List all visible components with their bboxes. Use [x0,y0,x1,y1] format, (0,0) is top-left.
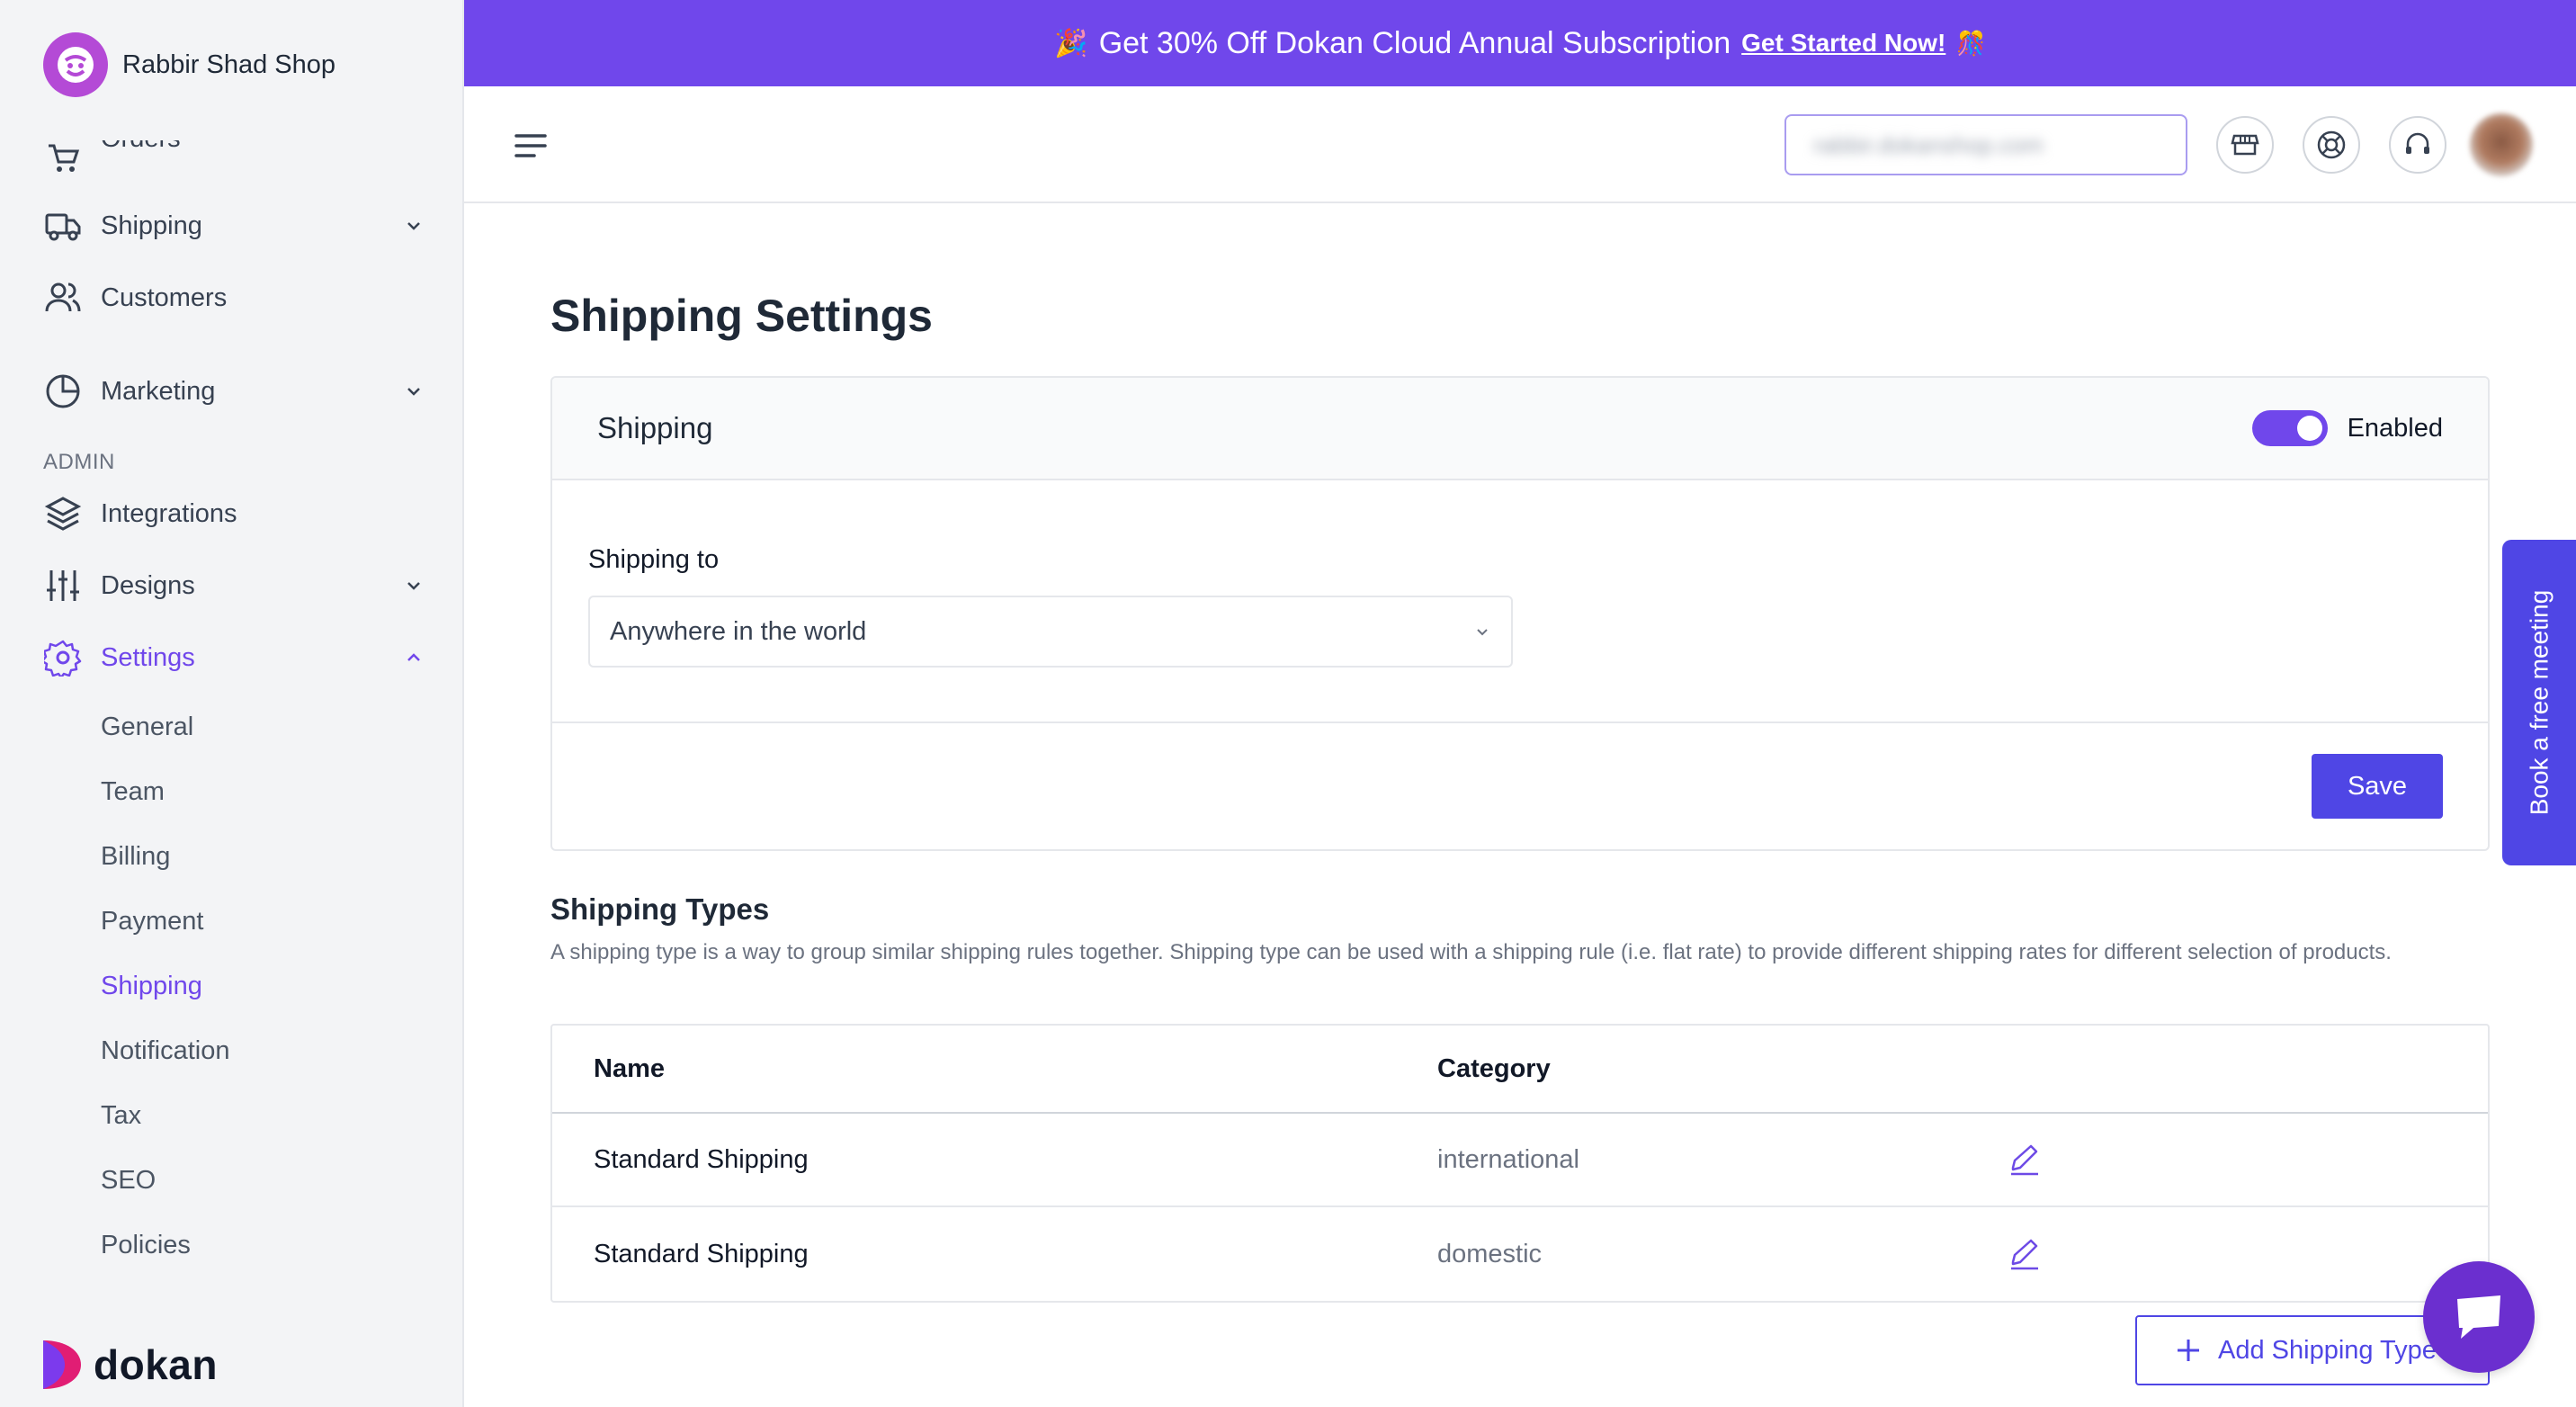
shipping-settings-card: Shipping Enabled Shipping to Anywhere in… [550,376,2490,851]
add-shipping-type-label: Add Shipping Type [2218,1335,2437,1365]
shipping-enabled-toggle[interactable] [2251,410,2328,446]
shipping-to-select[interactable]: Anywhere in the world [588,596,1513,668]
section-label-admin: ADMIN [43,450,115,474]
card-title: Shipping [597,411,713,444]
dokan-logo: dokan [40,1339,218,1391]
table-row: Standard Shipping international [552,1114,2488,1207]
sidebar-item-label: Marketing [101,376,216,406]
sidebar-item-integrations[interactable]: Integrations [43,488,426,539]
card-body: Shipping to Anywhere in the world [552,480,2488,723]
headset-icon [2406,132,2429,154]
sidebar-item-label: Settings [101,642,195,672]
book-meeting-tab[interactable]: Book a free meeting [2502,540,2576,865]
chevron-up-icon [401,645,426,670]
support-button[interactable] [2389,116,2446,174]
row-category: domestic [1437,1239,1543,1268]
chat-launcher-button[interactable] [2423,1261,2535,1373]
sidebar-item-marketing[interactable]: Marketing [43,366,426,417]
promo-banner: 🎉 Get 30% Off Dokan Cloud Annual Subscri… [464,0,2576,86]
settings-sub-tax[interactable]: Tax [101,1096,141,1135]
settings-sub-seo[interactable]: SEO [101,1161,156,1200]
sidebar-item-customers[interactable]: Customers [43,273,426,323]
sidebar: Rabbir Shad Shop Orders Shipping Custome… [0,0,464,1407]
pencil-icon [2011,1144,2038,1176]
settings-sub-notification[interactable]: Notification [101,1031,229,1071]
settings-sub-shipping[interactable]: Shipping [101,966,202,1006]
toggle-label: Enabled [2347,413,2443,443]
settings-sub-payment[interactable]: Payment [101,901,203,941]
column-header-category: Category [1437,1053,1551,1083]
shipping-types-table: Name Category Standard Shipping internat… [550,1024,2490,1303]
settings-sub-billing[interactable]: Billing [101,837,170,876]
sidebar-item-settings[interactable]: Settings [43,632,426,683]
sidebar-item-label: Integrations [101,498,237,528]
row-category: international [1437,1144,1579,1174]
edit-button[interactable] [2008,1207,2042,1301]
card-header: Shipping Enabled [552,378,2488,480]
users-icon [43,278,83,318]
promo-text: Get 30% Off Dokan Cloud Annual Subscript… [1098,25,1731,60]
pie-chart-icon [43,372,83,411]
table-header-row: Name Category [552,1026,2488,1114]
store-url-field[interactable]: rabbir.dokanshop.com [1784,114,2187,175]
sidebar-item-label: Customers [101,282,228,312]
top-header: rabbir.dokanshop.com [464,86,2576,203]
dokan-logo-icon [43,1340,81,1389]
sidebar-item-label: Designs [101,570,195,600]
sidebar-item-shipping[interactable]: Shipping [43,201,426,251]
hamburger-icon [514,134,547,157]
lifebuoy-icon [2317,130,2346,159]
shipping-types-title: Shipping Types [550,892,770,926]
save-button[interactable]: Save [2312,754,2443,819]
chat-bubble-icon [2457,1295,2500,1339]
chevron-down-icon [401,573,426,598]
sidebar-item-designs[interactable]: Designs [43,560,426,611]
sliders-icon [43,566,83,605]
scroll-mask [0,126,462,140]
truck-icon [43,206,83,246]
shop-name: Rabbir Shad Shop [122,49,335,79]
shipping-to-value: Anywhere in the world [610,616,867,646]
shop-logo-icon [43,32,108,97]
page-title: Shipping Settings [550,291,933,341]
dokan-wordmark: dokan [94,1341,218,1388]
sidebar-item-label: Shipping [101,211,202,240]
column-header-name: Name [594,1053,665,1083]
shipping-types-description: A shipping type is a way to group simila… [550,940,2392,964]
party-popper-icon: 🎉 [1054,28,1088,58]
settings-sub-policies[interactable]: Policies [101,1225,191,1265]
user-avatar[interactable] [2470,113,2533,176]
help-button[interactable] [2303,116,2360,174]
cart-icon [43,139,83,178]
store-url-text: rabbir.dokanshop.com [1813,130,2044,158]
gear-icon [43,638,83,677]
edit-button[interactable] [2008,1114,2042,1205]
chevron-down-icon [401,213,426,238]
row-name: Standard Shipping [594,1144,809,1174]
plus-icon [2178,1340,2199,1361]
pencil-icon [2011,1239,2038,1270]
settings-sub-general[interactable]: General [101,707,193,747]
book-meeting-label: Book a free meeting [2525,589,2553,816]
sidebar-item-orders[interactable]: Orders [43,124,426,184]
shipping-to-label: Shipping to [588,545,720,574]
shop-switcher[interactable]: Rabbir Shad Shop [43,32,335,97]
gift-icon: 🎊 [1956,29,1986,57]
card-footer: Save [552,723,2488,849]
storefront-icon [2231,134,2259,156]
shipping-enabled-toggle-group: Enabled [2251,410,2443,446]
settings-sub-team[interactable]: Team [101,772,165,811]
chevron-down-icon [1477,629,1488,636]
layers-icon [43,494,83,533]
promo-cta-link[interactable]: Get Started Now! [1741,29,1945,58]
table-row: Standard Shipping domestic [552,1207,2488,1301]
menu-toggle-button[interactable] [511,126,550,166]
row-name: Standard Shipping [594,1239,809,1268]
store-button[interactable] [2216,116,2274,174]
chevron-down-icon [401,379,426,404]
